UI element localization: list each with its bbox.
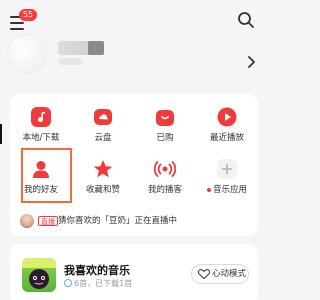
search-icon — [238, 12, 254, 28]
liked-music-card[interactable]: 我喜欢的音乐 6首，已下载1首 心动模式 — [10, 244, 258, 300]
profile-arrow-button[interactable] — [246, 54, 258, 68]
red-dot-icon — [206, 187, 211, 192]
user-level-badge — [58, 58, 82, 65]
menu-icon-line — [10, 28, 24, 30]
notification-badge: 55 — [19, 9, 37, 21]
plus-icon — [215, 157, 239, 181]
grid-item-recent-play[interactable]: 最近播放 — [196, 102, 258, 148]
grid-item-purchased[interactable]: 已购 — [134, 102, 196, 148]
grid-item-music-apps[interactable]: 音乐应用 — [196, 154, 258, 200]
person-icon — [29, 157, 53, 181]
playlist-title: 我喜欢的音乐 — [64, 264, 130, 277]
grid-item-label: 音乐应用 — [196, 185, 258, 196]
playlist-subtitle-text: 6首，已下载1首 — [74, 279, 133, 288]
grid-item-label: 我的播客 — [147, 185, 182, 195]
music-note-icon — [29, 105, 53, 129]
shopping-bag-icon — [153, 105, 177, 129]
streamer-avatar — [20, 214, 34, 228]
playlist-subtitle: 6首，已下载1首 — [64, 278, 132, 289]
grid-item-label: 我的好友 — [23, 185, 58, 195]
header-area: 55 — [0, 0, 268, 88]
download-status-icon — [64, 279, 72, 287]
play-icon — [215, 105, 239, 129]
grid-item-label: 本地/下载 — [22, 133, 60, 143]
grid-item-local-download[interactable]: 本地/下载 — [10, 102, 72, 148]
heart-mode-button[interactable]: 心动模式 — [191, 264, 249, 284]
user-avatar[interactable] — [7, 34, 47, 74]
grid-item-my-friends[interactable]: 我的好友 — [10, 154, 72, 200]
live-tag: 直播 — [38, 216, 58, 226]
heart-icon — [198, 269, 210, 279]
search-button[interactable] — [236, 10, 256, 30]
grid-item-label: 最近播放 — [209, 133, 244, 143]
heart-mode-label: 心动模式 — [212, 269, 247, 279]
star-icon — [91, 157, 115, 181]
live-text: 猜你喜欢的「豆奶」正在直播中 — [58, 216, 178, 226]
menu-icon-line — [10, 22, 24, 24]
music-apps-label: 音乐应用 — [212, 185, 247, 195]
broadcast-icon — [153, 157, 177, 181]
grid-item-label: 云盘 — [94, 133, 112, 143]
grid-item-my-podcast[interactable]: 我的播客 — [134, 154, 196, 200]
username-blurred[interactable] — [58, 41, 104, 55]
playlist-cover — [22, 258, 56, 292]
cloud-drive-icon — [91, 105, 115, 129]
chevron-right-icon — [248, 56, 255, 68]
edge-marker — [0, 124, 2, 144]
grid-item-cloud-drive[interactable]: 云盘 — [72, 102, 134, 148]
grid-item-label: 已购 — [156, 133, 174, 143]
grid-item-label: 收藏和赞 — [85, 185, 120, 195]
grid-item-favorites-likes[interactable]: 收藏和赞 — [72, 154, 134, 200]
live-recommendation[interactable]: 直播 猜你喜欢的「豆奶」正在直播中 — [10, 212, 258, 232]
